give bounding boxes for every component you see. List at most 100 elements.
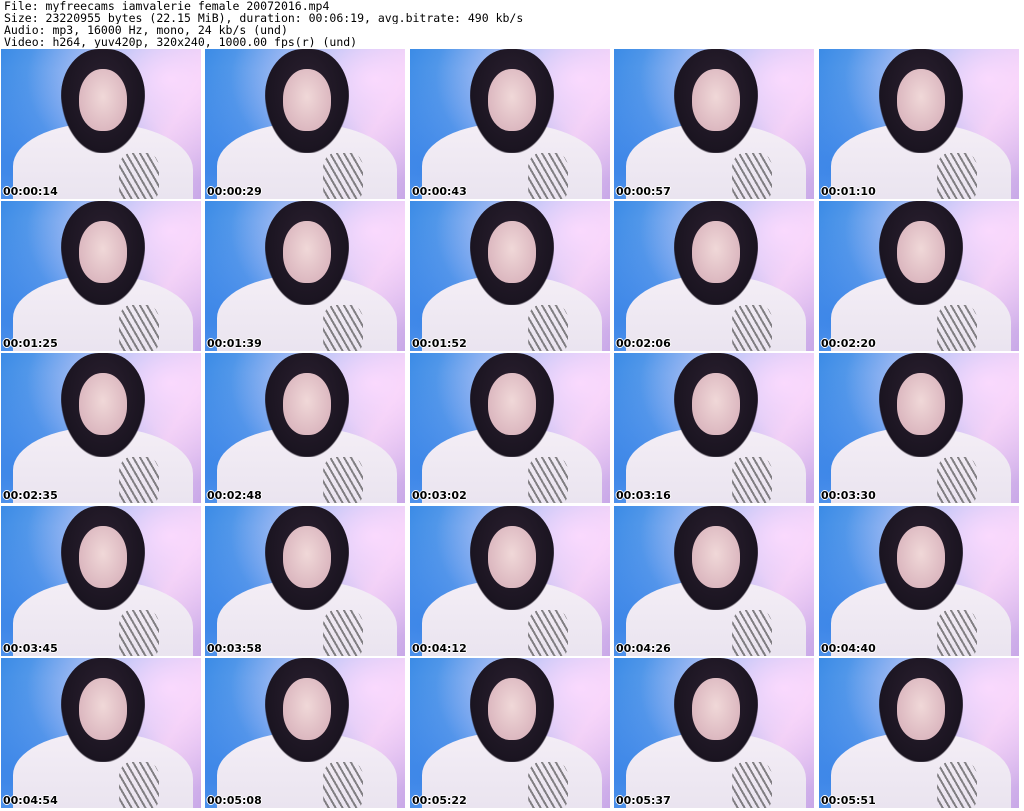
thumbnail-figure-face (897, 526, 945, 588)
thumbnail-shirt-print (937, 457, 977, 503)
thumbnail-timestamp: 00:02:35 (3, 489, 58, 502)
thumbnail-shirt-print (119, 762, 159, 808)
thumbnail-figure-face (283, 221, 331, 283)
thumbnail-timestamp: 00:02:48 (207, 489, 262, 502)
video-thumbnail: 00:03:16 (614, 353, 814, 503)
thumbnail-figure-face (692, 526, 740, 588)
video-thumbnail: 00:00:57 (614, 49, 814, 199)
video-thumbnail: 00:04:40 (819, 506, 1019, 656)
thumbnail-shirt-print (323, 153, 363, 199)
thumbnail-timestamp: 00:03:02 (412, 489, 467, 502)
thumbnail-figure-face (692, 373, 740, 435)
thumbnail-shirt-print (528, 457, 568, 503)
thumbnail-shirt-print (323, 610, 363, 656)
video-thumbnail: 00:02:48 (205, 353, 405, 503)
video-thumbnail: 00:03:45 (1, 506, 201, 656)
thumbnail-figure-face (283, 526, 331, 588)
video-info: Video: h264, yuv420p, 320x240, 1000.00 f… (4, 36, 358, 48)
video-thumbnail: 00:02:06 (614, 201, 814, 351)
video-thumbnail: 00:00:43 (410, 49, 610, 199)
thumbnail-figure-face (488, 526, 536, 588)
thumbnail-timestamp: 00:00:14 (3, 185, 58, 198)
video-thumbnail: 00:01:39 (205, 201, 405, 351)
video-thumbnail: 00:01:25 (1, 201, 201, 351)
file-info-header: File: myfreecams_iamvalerie_female_20072… (4, 0, 1020, 48)
thumbnail-shirt-print (323, 305, 363, 351)
video-thumbnail: 00:02:20 (819, 201, 1019, 351)
thumbnail-figure-face (79, 373, 127, 435)
thumbnail-figure-face (79, 678, 127, 740)
thumbnail-figure-face (283, 69, 331, 131)
video-thumbnail: 00:04:12 (410, 506, 610, 656)
thumbnail-shirt-print (323, 457, 363, 503)
video-thumbnail: 00:05:08 (205, 658, 405, 808)
file-size-duration: Size: 23220955 bytes (22.15 MiB), durati… (4, 12, 524, 24)
thumbnail-figure-face (79, 221, 127, 283)
thumbnail-figure-face (897, 221, 945, 283)
thumbnail-timestamp: 00:01:52 (412, 337, 467, 350)
thumbnail-figure-face (692, 678, 740, 740)
thumbnail-figure-face (897, 373, 945, 435)
file-name: File: myfreecams_iamvalerie_female_20072… (4, 0, 330, 12)
thumbnail-grid: 00:00:14 00:00:29 00:00:43 00:00:57 00:01:10… (1, 49, 1023, 810)
video-thumbnail: 00:04:54 (1, 658, 201, 808)
thumbnail-timestamp: 00:03:30 (821, 489, 876, 502)
thumbnail-shirt-print (119, 610, 159, 656)
thumbnail-timestamp: 00:05:22 (412, 794, 467, 807)
thumbnail-figure-face (79, 526, 127, 588)
thumbnail-timestamp: 00:02:20 (821, 337, 876, 350)
thumbnail-shirt-print (528, 610, 568, 656)
thumbnail-timestamp: 00:04:12 (412, 642, 467, 655)
thumbnail-shirt-print (528, 762, 568, 808)
video-thumbnail: 00:03:30 (819, 353, 1019, 503)
thumbnail-timestamp: 00:04:26 (616, 642, 671, 655)
video-thumbnail: 00:05:22 (410, 658, 610, 808)
thumbnail-figure-face (488, 221, 536, 283)
video-thumbnail: 00:05:37 (614, 658, 814, 808)
thumbnail-timestamp: 00:01:39 (207, 337, 262, 350)
video-thumbnail: 00:02:35 (1, 353, 201, 503)
thumbnail-figure-face (79, 69, 127, 131)
thumbnail-timestamp: 00:01:25 (3, 337, 58, 350)
thumbnail-shirt-print (937, 610, 977, 656)
thumbnail-shirt-print (937, 305, 977, 351)
thumbnail-shirt-print (732, 457, 772, 503)
video-thumbnail: 00:03:02 (410, 353, 610, 503)
thumbnail-timestamp: 00:04:54 (3, 794, 58, 807)
video-thumbnail: 00:01:10 (819, 49, 1019, 199)
thumbnail-figure-face (692, 69, 740, 131)
video-thumbnail: 00:03:58 (205, 506, 405, 656)
thumbnail-figure-face (283, 373, 331, 435)
thumbnail-shirt-print (937, 153, 977, 199)
thumbnail-timestamp: 00:05:08 (207, 794, 262, 807)
thumbnail-timestamp: 00:00:43 (412, 185, 467, 198)
thumbnail-timestamp: 00:04:40 (821, 642, 876, 655)
thumbnail-shirt-print (732, 153, 772, 199)
thumbnail-shirt-print (528, 305, 568, 351)
thumbnail-timestamp: 00:03:45 (3, 642, 58, 655)
thumbnail-shirt-print (119, 457, 159, 503)
video-thumbnail: 00:04:26 (614, 506, 814, 656)
thumbnail-figure-face (283, 678, 331, 740)
thumbnail-shirt-print (119, 153, 159, 199)
thumbnail-figure-face (897, 69, 945, 131)
thumbnail-figure-face (488, 373, 536, 435)
thumbnail-timestamp: 00:05:37 (616, 794, 671, 807)
thumbnail-shirt-print (528, 153, 568, 199)
thumbnail-figure-face (488, 678, 536, 740)
thumbnail-shirt-print (732, 762, 772, 808)
thumbnail-timestamp: 00:05:51 (821, 794, 876, 807)
thumbnail-timestamp: 00:02:06 (616, 337, 671, 350)
thumbnail-timestamp: 00:00:29 (207, 185, 262, 198)
thumbnail-shirt-print (119, 305, 159, 351)
thumbnail-shirt-print (323, 762, 363, 808)
thumbnail-figure-face (488, 69, 536, 131)
thumbnail-shirt-print (732, 305, 772, 351)
thumbnail-shirt-print (937, 762, 977, 808)
thumbnail-timestamp: 00:03:16 (616, 489, 671, 502)
video-thumbnail: 00:00:14 (1, 49, 201, 199)
video-thumbnail: 00:00:29 (205, 49, 405, 199)
thumbnail-shirt-print (732, 610, 772, 656)
audio-info: Audio: mp3, 16000 Hz, mono, 24 kb/s (und… (4, 24, 288, 36)
thumbnail-timestamp: 00:00:57 (616, 185, 671, 198)
